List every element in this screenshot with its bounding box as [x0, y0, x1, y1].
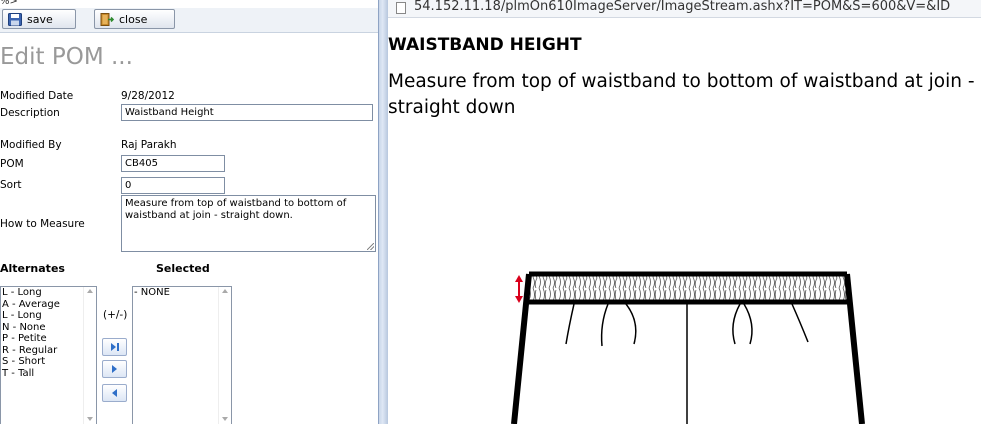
modified-by-value: Raj Parakh	[121, 139, 177, 151]
right-side-seam	[844, 273, 865, 424]
move-all-right-button[interactable]	[102, 338, 127, 356]
modified-date-value: 9/28/2012	[121, 90, 175, 102]
alternates-scrollbar[interactable]	[83, 287, 96, 424]
scroll-up-icon[interactable]	[222, 289, 228, 293]
pom-label: POM	[0, 158, 24, 170]
pleat-line	[732, 303, 741, 345]
how-to-measure-text: Measure from top of waistband to bottom …	[125, 198, 347, 221]
save-label: save	[27, 12, 53, 26]
how-to-measure-label: How to Measure	[0, 218, 85, 230]
list-item[interactable]: A - Average	[1, 299, 96, 311]
floppy-disk-icon	[8, 13, 22, 26]
pleat-line	[565, 303, 575, 345]
arrow-right-icon	[112, 365, 117, 373]
alternates-header: Alternates	[0, 262, 65, 275]
alternates-list[interactable]: L - Long A - Average L - Long N - None P…	[0, 286, 97, 424]
list-item[interactable]: S - Short	[1, 356, 96, 368]
sort-label: Sort	[0, 179, 22, 191]
close-label: close	[119, 12, 148, 26]
pleat-line	[600, 303, 609, 347]
pom-image-viewer: 54.152.11.18/plmOn610ImageServer/ImageSt…	[388, 0, 981, 424]
waistband-texture	[529, 274, 847, 302]
list-item[interactable]: R - Regular	[1, 345, 96, 357]
list-item[interactable]: P - Petite	[1, 333, 96, 345]
modified-by-label: Modified By	[0, 139, 62, 151]
exit-door-icon	[100, 13, 115, 26]
modified-date-label: Modified Date	[0, 90, 74, 102]
page-title: Edit POM ...	[0, 44, 133, 70]
top-code-text: %>	[0, 0, 18, 7]
selected-list[interactable]: - NONE	[132, 286, 232, 424]
pleat-line	[743, 303, 753, 345]
plus-minus-label: (+/-)	[103, 309, 128, 321]
waistband-diagram	[511, 271, 865, 424]
how-to-measure-textarea[interactable]: Measure from top of waistband to bottom …	[121, 195, 376, 252]
close-button[interactable]: close	[94, 9, 175, 29]
move-left-button[interactable]	[102, 384, 127, 402]
save-button[interactable]: save	[2, 9, 76, 29]
list-item[interactable]: N - None	[1, 322, 96, 334]
pom-edit-panel: %> save close Edit POM ... Modified Date…	[0, 0, 378, 424]
list-item[interactable]: L - Long	[1, 310, 96, 322]
scroll-up-icon[interactable]	[87, 289, 93, 293]
pom-input[interactable]: CB405	[121, 155, 225, 172]
toolbar: save close	[0, 8, 378, 33]
selected-header: Selected	[156, 262, 210, 275]
scroll-down-icon[interactable]	[87, 417, 93, 421]
list-item[interactable]: L - Long	[1, 287, 96, 299]
arrow-left-icon	[112, 389, 117, 397]
pleat-line	[625, 303, 637, 345]
move-all-right-icon	[111, 343, 119, 351]
list-item[interactable]: - NONE	[133, 287, 231, 299]
resize-grip-icon[interactable]	[367, 243, 374, 250]
list-item[interactable]: T - Tall	[1, 368, 96, 380]
pleat-line	[791, 303, 809, 343]
scroll-down-icon[interactable]	[222, 417, 228, 421]
description-label: Description	[0, 107, 60, 119]
move-right-button[interactable]	[102, 360, 127, 378]
selected-scrollbar[interactable]	[218, 287, 231, 424]
measurement-arrow	[515, 275, 523, 303]
sort-input[interactable]: 0	[121, 177, 225, 194]
description-input[interactable]: Waistband Height	[121, 104, 373, 121]
